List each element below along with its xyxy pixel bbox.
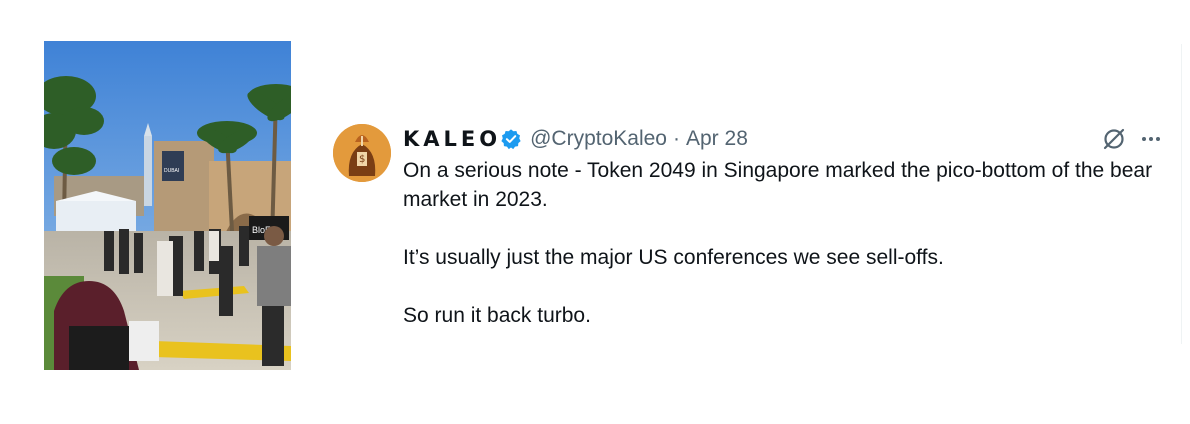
tweet-date[interactable]: Apr 28	[686, 127, 748, 151]
avatar[interactable]: $	[333, 124, 391, 182]
photo-scene: DUBAI BloF	[44, 41, 291, 370]
attached-photo[interactable]: DUBAI BloF	[44, 41, 291, 370]
separator-dot: ·	[673, 127, 680, 150]
tweet-actions	[1101, 126, 1163, 152]
tweet-content: KALEO @CryptoKaleo · Apr 28 On a serious…	[403, 124, 1163, 330]
divider	[1181, 44, 1182, 344]
avatar-image: $	[333, 124, 391, 182]
verified-badge-icon	[501, 129, 521, 150]
tweet-paragraph: It’s usually just the major US conferenc…	[403, 246, 944, 269]
tweet-header: KALEO @CryptoKaleo · Apr 28	[403, 124, 1163, 154]
tweet-paragraph: So run it back turbo.	[403, 304, 591, 327]
user-handle[interactable]: @CryptoKaleo	[530, 127, 667, 151]
more-icon[interactable]	[1139, 127, 1163, 151]
tweet-paragraph: On a serious note - Token 2049 in Singap…	[403, 159, 1153, 211]
photo-banner-text: DUBAI	[164, 168, 179, 174]
tweet-text: On a serious note - Token 2049 in Singap…	[403, 156, 1163, 330]
grok-icon[interactable]	[1101, 126, 1127, 152]
svg-text:$: $	[359, 154, 365, 165]
display-name[interactable]: KALEO	[403, 127, 501, 151]
